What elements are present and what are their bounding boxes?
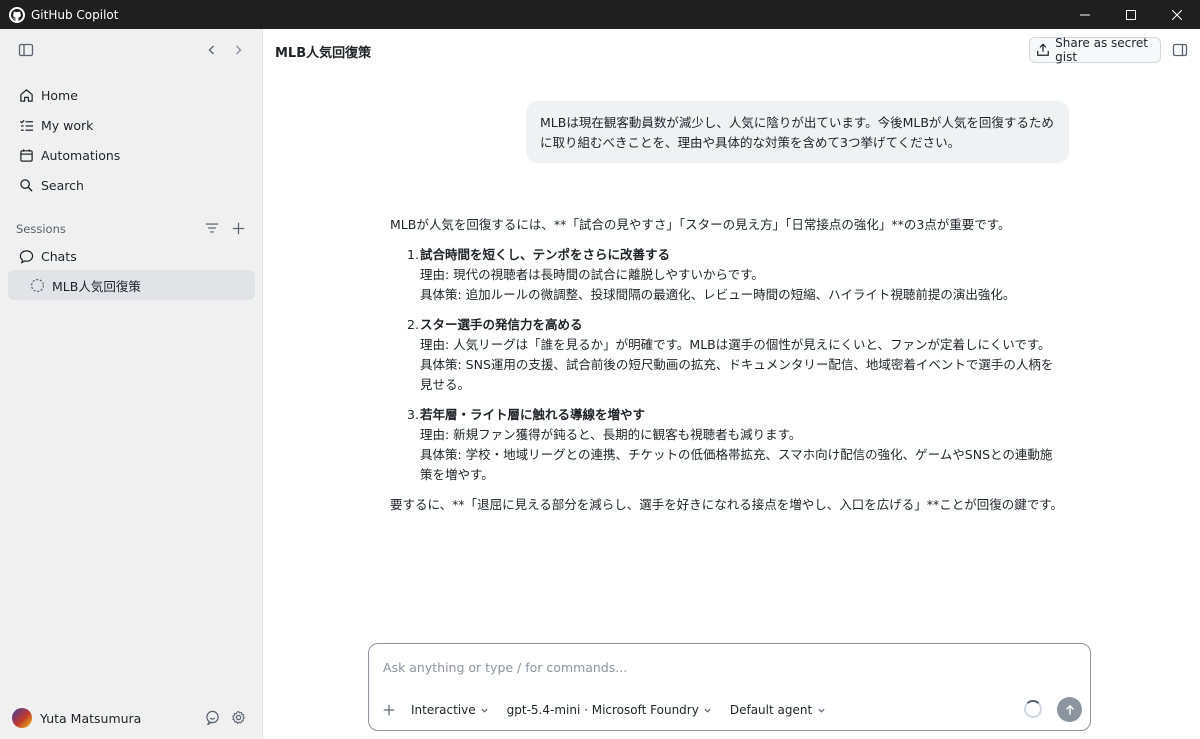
maximize-icon[interactable] (1108, 0, 1154, 29)
add-attachment-plus-icon[interactable] (381, 702, 397, 718)
new-session-plus-icon[interactable] (228, 218, 248, 238)
list-item-number: 3. (407, 407, 419, 422)
checklist-icon (18, 117, 34, 133)
list-item: 3. 若年層・ライト層に触れる導線を増やす 理由: 新規ファン獲得が鈍ると、長期… (407, 405, 1072, 485)
list-item-title: スター選手の発信力を高める (420, 317, 583, 332)
assistant-intro: MLBが人気を回復するには、**「試合の見やすさ」「スターの見え方」「日常接点の… (390, 217, 1011, 232)
agent-dropdown[interactable]: Default agent (730, 703, 826, 717)
list-item-title: 若年層・ライト層に触れる導線を増やす (420, 407, 646, 422)
filter-icon[interactable] (202, 218, 222, 238)
arrow-up-icon (1064, 704, 1076, 716)
back-chevron-icon[interactable] (202, 40, 222, 60)
gear-icon[interactable] (228, 707, 248, 727)
session-dotted-circle-icon (30, 278, 45, 293)
user-account[interactable]: Yuta Matsumura (12, 707, 141, 729)
sessions-heading: Sessions (16, 222, 66, 236)
list-item-title: 試合時間を短くし、テンポをさらに改善する (420, 247, 671, 262)
chat-input[interactable] (383, 656, 1073, 678)
share-gist-button[interactable]: Share as secret gist (1029, 36, 1161, 64)
list-item-number: 1. (407, 247, 419, 262)
list-item: 2. スター選手の発信力を高める 理由: 人気リーグは「誰を見るか」が明確です。… (407, 315, 1072, 395)
user-message: MLBは現在観客動員数が減少し、人気に陰りが出ています。今後MLBが人気を回復す… (526, 101, 1069, 163)
forward-chevron-icon[interactable] (228, 40, 248, 60)
list-item-reason: 理由: 新規ファン獲得が鈍ると、長期的に観客も視聴者も減ります。 (420, 427, 802, 442)
list-item-measures: 具体策: SNS運用の支援、試合前後の短尺動画の拡充、ドキュメンタリー配信、地域… (420, 357, 1054, 392)
right-panel-toggle-icon[interactable] (1170, 40, 1190, 60)
loading-spinner-icon (1024, 700, 1042, 718)
nav-chats-label: Chats (41, 248, 77, 264)
nav-home-label: Home (41, 87, 78, 103)
sidebar-toggle-icon[interactable] (16, 40, 36, 60)
list-item-reason: 理由: 現代の視聴者は長時間の試合に離脱しやすいからです。 (420, 267, 764, 282)
calendar-icon (18, 147, 34, 163)
nav-my-work[interactable]: My work (8, 111, 255, 139)
model-dropdown[interactable]: gpt-5.4-mini · Microsoft Foundry (507, 703, 713, 717)
sidebar: Home My work Automations Search Sessions… (0, 29, 263, 739)
nav-automations[interactable]: Automations (8, 141, 255, 169)
chevron-down-icon (480, 705, 490, 715)
session-item-active[interactable]: MLB人気回復策 (8, 270, 255, 300)
chevron-down-icon (703, 705, 713, 715)
title-bar: GitHub Copilot (0, 0, 1200, 29)
assistant-outro: 要するに、**「退屈に見える部分を減らし、選手を好きになれる接点を増やし、入口を… (390, 497, 1064, 512)
nav-search-label: Search (41, 177, 84, 193)
main-panel: MLB人気回復策 Share as secret gist MLBは現在観客動員… (264, 29, 1200, 739)
list-item-measures: 具体策: 追加ルールの微調整、投球間隔の最適化、レビュー時間の短縮、ハイライト視… (420, 287, 1016, 302)
search-icon (18, 177, 34, 193)
nav-home[interactable]: Home (8, 81, 255, 109)
list-item-number: 2. (407, 317, 419, 332)
user-name: Yuta Matsumura (40, 710, 142, 726)
github-logo-icon (9, 6, 25, 23)
chat-bubble-icon (18, 248, 34, 264)
close-icon[interactable] (1154, 0, 1200, 29)
window-title: GitHub Copilot (31, 7, 119, 22)
recommendation-list: 1. 試合時間を短くし、テンポをさらに改善する 理由: 現代の視聴者は長時間の試… (390, 245, 1072, 485)
send-button[interactable] (1057, 697, 1082, 722)
home-icon (18, 87, 34, 103)
avatar (12, 708, 32, 728)
page-title: MLB人気回復策 (275, 46, 372, 61)
share-gist-label: Share as secret gist (1055, 36, 1148, 64)
list-item: 1. 試合時間を短くし、テンポをさらに改善する 理由: 現代の視聴者は長時間の試… (407, 245, 1072, 305)
chat-composer: Interactive gpt-5.4-mini · Microsoft Fou… (368, 643, 1091, 731)
upload-share-icon (1036, 42, 1050, 58)
feedback-icon[interactable] (202, 707, 222, 727)
model-dropdown-label: gpt-5.4-mini · Microsoft Foundry (506, 703, 699, 717)
mode-dropdown-label: Interactive (411, 703, 476, 717)
session-item-label: MLB人気回復策 (52, 278, 141, 294)
list-item-reason: 理由: 人気リーグは「誰を見るか」が明確です。MLBは選手の個性が見えにくいと、… (420, 337, 1051, 352)
minimize-icon[interactable] (1062, 0, 1108, 29)
nav-chats[interactable]: Chats (8, 242, 255, 270)
nav-my-work-label: My work (41, 117, 94, 133)
list-item-measures: 具体策: 学校・地域リーグとの連携、チケットの低価格帯拡充、スマホ向け配信の強化… (420, 447, 1053, 482)
nav-search[interactable]: Search (8, 171, 255, 199)
agent-dropdown-label: Default agent (729, 703, 813, 717)
chevron-down-icon (816, 705, 826, 715)
assistant-message: MLBが人気を回復するには、**「試合の見やすさ」「スターの見え方」「日常接点の… (390, 215, 1072, 515)
mode-dropdown[interactable]: Interactive (411, 703, 490, 717)
nav-automations-label: Automations (41, 147, 121, 163)
